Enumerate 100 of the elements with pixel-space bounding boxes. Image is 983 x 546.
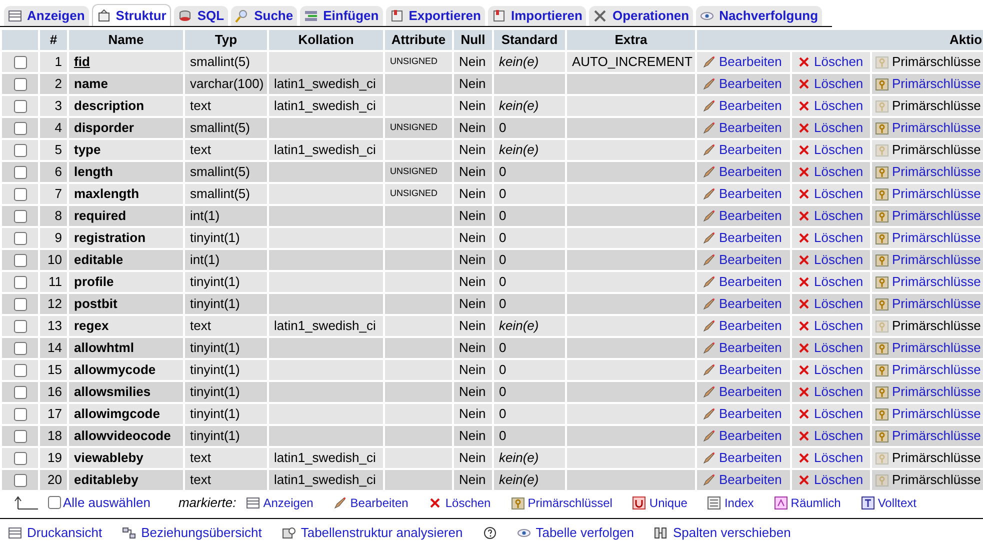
tab[interactable]: Anzeigen [4,6,89,26]
table-cell: editableby [68,468,184,490]
pencil-icon [702,318,716,332]
bulk-action-button[interactable]: Räumlich [774,494,841,512]
key-icon [875,252,889,266]
row-checkbox[interactable] [14,364,26,377]
cross-icon [797,230,811,244]
table-icon [246,496,260,510]
key-icon [875,98,889,112]
footer-link[interactable]: Tabelle verfolgen [516,523,634,543]
column-header: Null [453,29,493,50]
primary-key-link: Primärschlüsse [875,52,983,72]
bulk-action-button[interactable]: Löschen [428,494,491,512]
tab[interactable]: Struktur [92,4,172,26]
row-checkbox[interactable] [14,430,26,443]
tab[interactable]: Einfügen [300,6,383,26]
bulk-action-button[interactable]: Primärschlüssel [510,494,612,512]
help-icon[interactable] [482,526,497,540]
column-header: Kollation [268,29,384,50]
row-checkbox[interactable] [14,122,26,135]
tools-icon [593,9,608,23]
key-icon [875,296,889,310]
row-checkbox[interactable] [14,254,26,267]
cross-icon [797,274,811,288]
pencil-icon [702,76,716,90]
row-checkbox[interactable] [14,276,26,289]
row-checkbox[interactable] [14,474,26,487]
cross-icon [797,120,811,134]
row-checkbox[interactable] [14,232,26,245]
analyze-icon [282,526,296,540]
pencil-icon [702,186,716,200]
with-selected-label: markierte: [178,494,236,512]
table-cell: Nein [453,468,493,490]
column-header: Attribute [384,29,453,50]
pencil-icon [702,54,716,68]
bulk-action-button[interactable]: Unique [632,494,688,512]
table-icon [8,526,22,540]
tab[interactable]: Exportieren [386,6,485,26]
footer-link[interactable]: Druckansicht [8,523,102,543]
tab[interactable]: SQL [174,6,228,26]
cross-icon [797,406,811,420]
table-cell: text [184,468,268,490]
bulk-action-button[interactable]: Index [707,494,754,512]
column-header: Name [68,29,184,50]
row-checkbox[interactable] [14,210,26,223]
bulk-action-button[interactable]: Volltext [860,494,917,512]
pencil-icon [702,164,716,178]
pencil-icon [702,142,716,156]
bulk-action-button[interactable]: Anzeigen [246,494,314,512]
key-icon [875,450,889,464]
pencil-icon [702,230,716,244]
key-icon [875,54,889,68]
pencil-icon [702,428,716,442]
tab[interactable]: Importieren [488,6,586,26]
footer-link[interactable]: Spalten verschieben [654,523,791,543]
row-checkbox[interactable] [14,320,26,333]
select-all-checkbox[interactable] [48,496,61,509]
pencil-icon [702,296,716,310]
bulk-action-button[interactable]: Bearbeiten [333,494,408,512]
key-icon [875,406,889,420]
primary-key-link: Primärschlüsse [875,140,983,160]
tab[interactable]: Nachverfolgung [696,6,822,26]
row-checkbox[interactable] [14,408,26,421]
key-icon [875,318,889,332]
pencil-icon [333,496,348,510]
cross-icon [797,208,811,222]
key-icon [875,230,889,244]
row-checkbox[interactable] [14,298,26,311]
column-header: Standard [493,29,566,50]
row-checkbox[interactable] [14,56,26,69]
cross-icon [797,98,811,112]
row-checkbox[interactable] [14,100,26,113]
row-checkbox[interactable] [14,386,26,399]
footer-link[interactable]: Tabellenstruktur analysieren [282,523,463,543]
table-cell: latin1_swedish_ci [268,468,384,490]
column-header: # [39,29,68,50]
eye-icon [700,9,714,23]
table-cell: kein(e) [493,468,566,490]
row-checkbox[interactable] [14,144,26,157]
pencil-icon [702,406,716,420]
row-checkbox[interactable] [14,166,26,179]
spatial-icon [774,496,788,510]
key-icon [875,428,889,442]
cross-icon [797,318,811,332]
row-checkbox[interactable] [14,188,26,201]
pencil-icon [702,340,716,354]
row-checkbox[interactable] [14,78,26,91]
tab[interactable]: Suche [231,6,298,26]
select-all-label[interactable]: Alle auswählen [63,492,150,512]
row-checkbox[interactable] [14,342,26,355]
tab[interactable]: Operationen [589,6,694,26]
pencil-icon [702,472,716,486]
cross-icon [797,384,811,398]
pencil-icon [702,362,716,376]
key-icon [875,208,889,222]
database-icon [178,9,192,23]
row-checkbox[interactable] [14,452,26,465]
footer-link[interactable]: Beziehungsübersicht [122,523,262,543]
cross-icon [797,142,811,156]
cross-icon [797,296,811,310]
